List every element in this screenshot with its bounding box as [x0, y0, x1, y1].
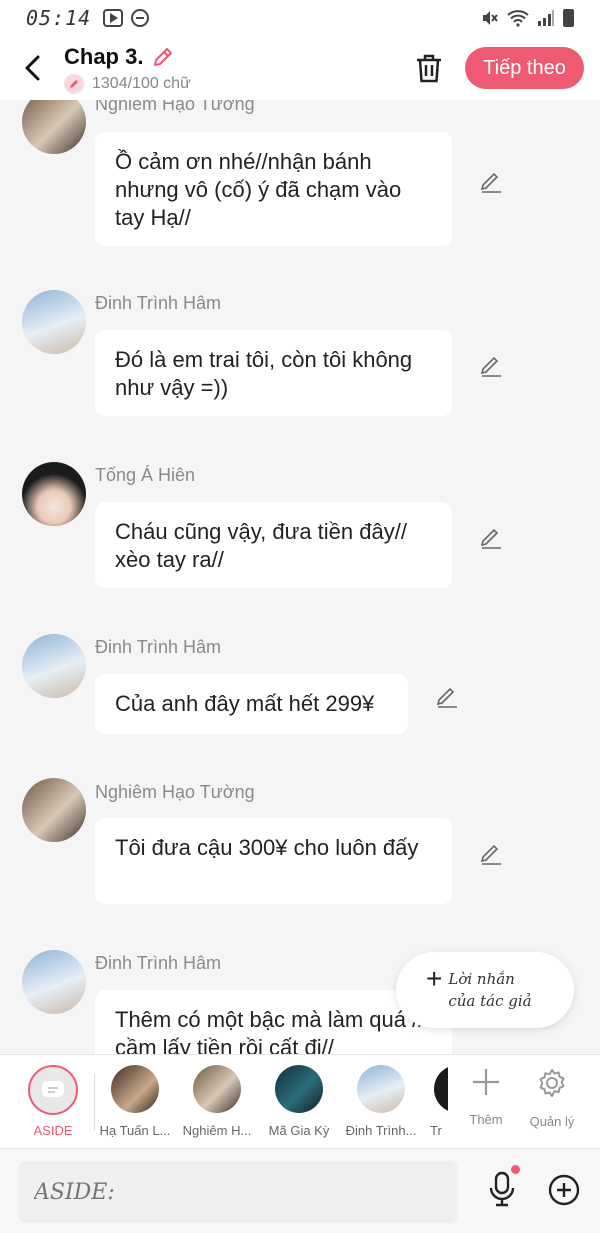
plus-icon: [473, 1069, 499, 1095]
aside-label: ASIDE: [33, 1123, 73, 1138]
avatar: [434, 1065, 448, 1113]
plus-icon: +: [426, 963, 443, 994]
edit-message-icon[interactable]: [434, 684, 460, 710]
character-name: Đinh Trình...: [345, 1123, 417, 1138]
message-bubble[interactable]: Của anh đây mất hết 299¥: [95, 674, 408, 734]
sender-name: Đinh Trình Hâm: [95, 293, 222, 313]
message-bubble[interactable]: Đó là em trai tôi, còn tôi không như vậy…: [95, 330, 452, 416]
status-time: 05:14: [26, 6, 92, 30]
message-bubble[interactable]: Ồ cảm ơn nhé//nhận bánh nhưng vô (cố) ý …: [95, 132, 452, 246]
add-attachment-button[interactable]: [548, 1174, 580, 1206]
word-count: 1304/100 chữ: [92, 75, 191, 92]
edit-title-icon[interactable]: [151, 45, 175, 69]
avatar[interactable]: [22, 778, 86, 842]
avatar: [275, 1065, 323, 1113]
edit-message-icon[interactable]: [478, 525, 504, 551]
character-name: Hạ Tuấn L...: [99, 1123, 171, 1138]
character-name: Tr: [430, 1123, 442, 1138]
wifi-icon: [507, 10, 529, 27]
character-item[interactable]: Nghiêm H...: [172, 1065, 262, 1138]
back-button[interactable]: [20, 54, 46, 82]
media-notification-icon: [103, 9, 124, 27]
sender-name: Đinh Trình Hâm: [95, 637, 222, 657]
next-button[interactable]: Tiếp theo: [465, 47, 584, 89]
author-note-label: Lời nhắn của tác giả: [448, 970, 532, 1010]
message-bubble[interactable]: Cháu cũng vậy, đưa tiền đây// xèo tay ra…: [95, 502, 452, 588]
signal-icon: [538, 10, 554, 26]
chapter-title[interactable]: Chap 3.: [64, 44, 143, 70]
character-item[interactable]: Đinh Trình...: [336, 1065, 426, 1138]
edit-message-icon[interactable]: [478, 841, 504, 867]
add-character-button[interactable]: Thêm: [456, 1067, 516, 1127]
message-bubble[interactable]: Tôi đưa cậu 300¥ cho luôn đấy: [95, 818, 452, 904]
input-bar: [0, 1148, 600, 1233]
sender-name: Tống Á Hiên: [95, 465, 196, 485]
avatar[interactable]: [22, 634, 86, 698]
character-item[interactable]: Hạ Tuấn L...: [90, 1065, 180, 1138]
avatar: [193, 1065, 241, 1113]
message-input[interactable]: [18, 1161, 458, 1223]
avatar: [111, 1065, 159, 1113]
author-note-button[interactable]: + Lời nhắn của tác giả: [396, 952, 574, 1028]
aside-button[interactable]: [28, 1065, 78, 1115]
edit-message-icon[interactable]: [478, 353, 504, 379]
sender-name: Nghiêm Hạo Tường: [95, 100, 255, 114]
avatar: [357, 1065, 405, 1113]
character-bar: ASIDE Hạ Tuấn L... Nghiêm H... Mã Gia Kỳ…: [0, 1054, 600, 1148]
pencil-badge-icon: [64, 74, 84, 94]
manage-button[interactable]: Quản lý: [522, 1067, 582, 1129]
avatar[interactable]: [22, 462, 86, 526]
character-name: Mã Gia Kỳ: [268, 1123, 330, 1138]
header: Chap 3. 1304/100 chữ Tiếp theo: [0, 36, 600, 100]
add-label: Thêm: [469, 1112, 503, 1127]
chat-area: Nghiêm Hạo Tường Ồ cảm ơn nhé//nhận bánh…: [0, 100, 600, 1054]
gear-icon: [539, 1069, 565, 1097]
delete-button[interactable]: [414, 52, 444, 84]
edit-message-icon[interactable]: [478, 169, 504, 195]
avatar[interactable]: [22, 100, 86, 154]
aside-bubble-icon: [42, 1081, 64, 1097]
avatar[interactable]: [22, 950, 86, 1014]
character-name: Nghiêm H...: [182, 1123, 252, 1138]
manage-label: Quản lý: [529, 1114, 575, 1129]
character-item[interactable]: Tr: [418, 1065, 448, 1138]
sender-name: Đinh Trình Hâm: [95, 953, 222, 973]
character-item[interactable]: Mã Gia Kỳ: [254, 1065, 344, 1138]
battery-icon: [563, 9, 574, 27]
sender-name: Nghiêm Hạo Tường: [95, 782, 255, 802]
avatar[interactable]: [22, 290, 86, 354]
mute-icon: [483, 11, 498, 25]
microphone-button[interactable]: [487, 1171, 517, 1207]
do-not-disturb-icon: [131, 9, 150, 27]
notification-dot: [511, 1165, 520, 1174]
status-bar: 05:14: [0, 0, 600, 36]
